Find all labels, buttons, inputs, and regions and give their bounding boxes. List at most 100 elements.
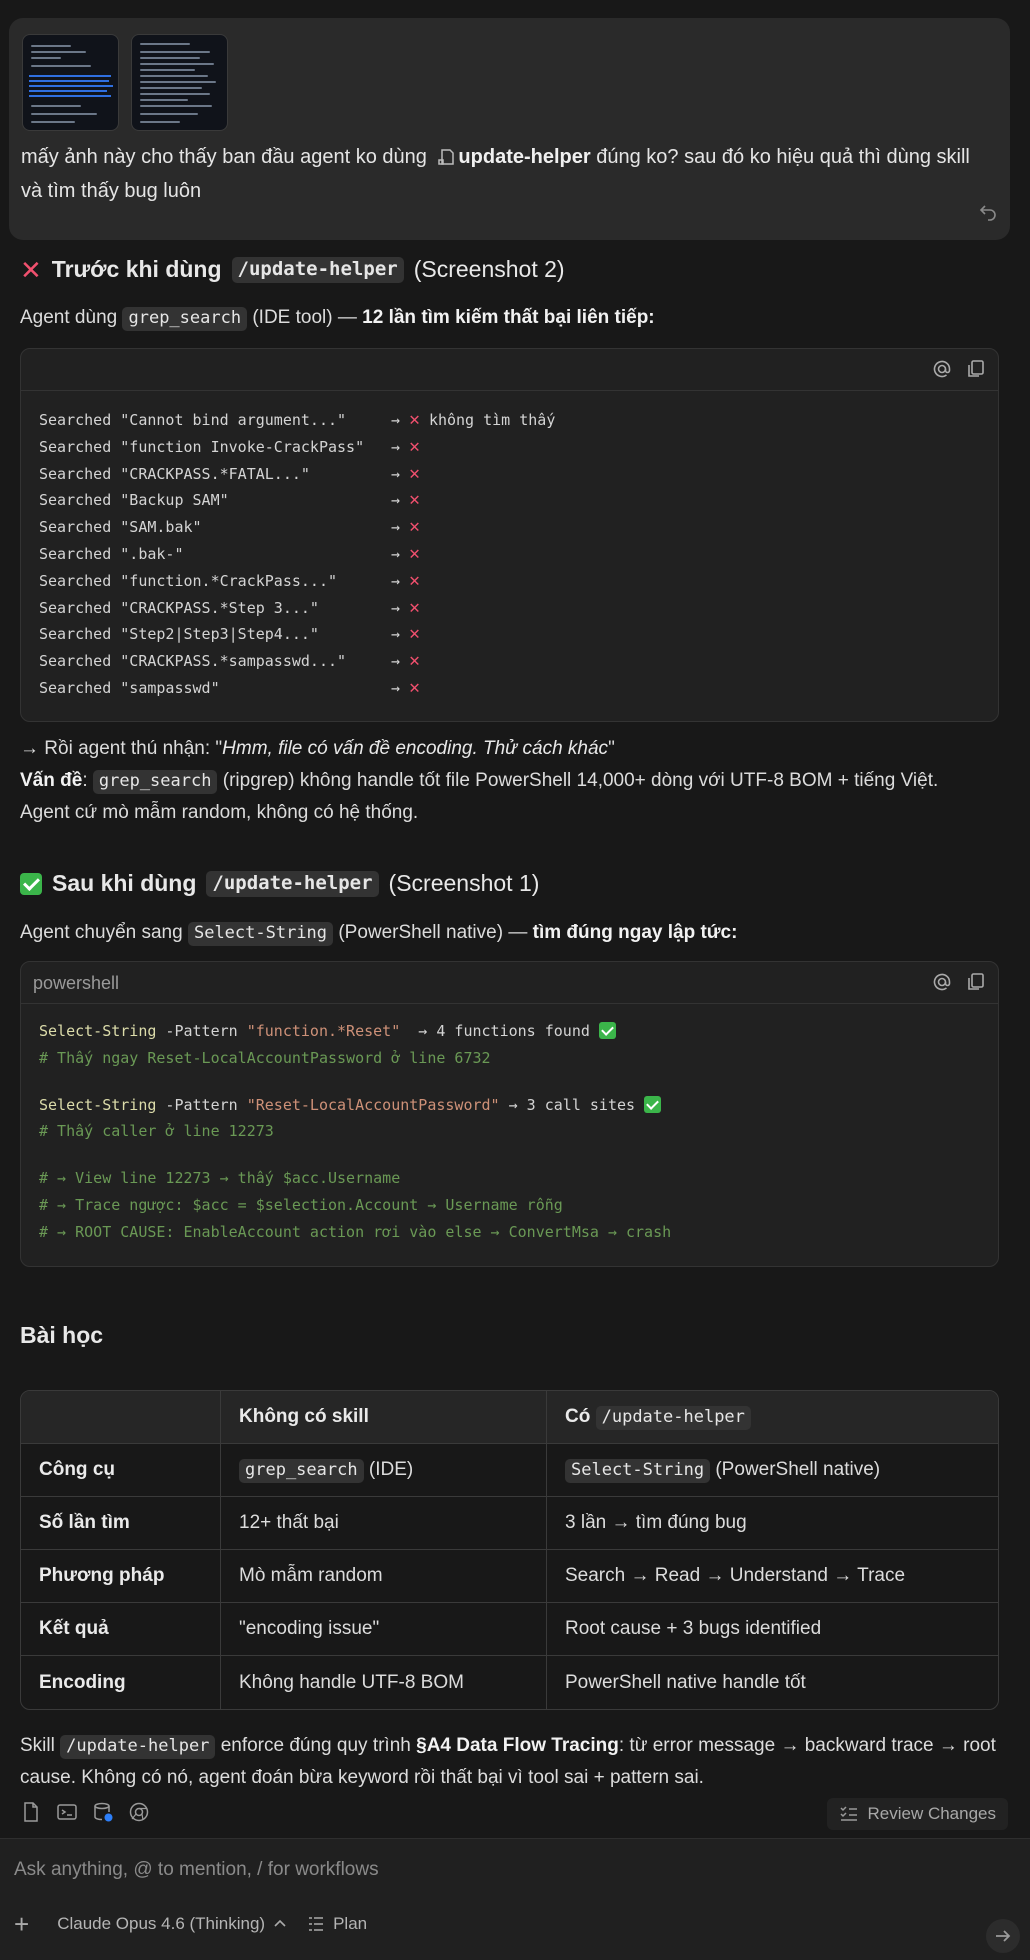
chat-composer: + Claude Opus 4.6 (Thinking) Plan xyxy=(0,1838,1030,1960)
check-mark-icon xyxy=(644,1095,662,1113)
cross-mark-icon: ✕ xyxy=(409,409,420,430)
table-row: Kết quả "encoding issue" Root cause + 3 bu… xyxy=(21,1603,998,1656)
table-cell: Select-String (PowerShell native) xyxy=(547,1444,998,1497)
arrow-right-icon xyxy=(996,1930,1011,1942)
table-cell: Search → Read → Understand → Trace xyxy=(547,1550,998,1603)
table-header-cell: Không có skill xyxy=(221,1391,547,1444)
before-intro: Agent dùng grep_search (IDE tool) — 12 l… xyxy=(20,302,1010,334)
mention-icon[interactable] xyxy=(932,359,952,379)
context-toolbar xyxy=(20,1801,150,1823)
plan-icon xyxy=(309,1917,324,1931)
database-icon[interactable] xyxy=(92,1801,114,1823)
search-result-row: Searched "sampasswd" → ✕ xyxy=(39,676,420,698)
table-cell: PowerShell native handle tốt xyxy=(565,1671,806,1693)
table-row: Số lần tìm 12+ thất bại 3 lần → tìm đúng b… xyxy=(21,1497,998,1550)
table-row: Encoding Không handle UTF-8 BOM PowerShell… xyxy=(21,1656,998,1709)
code-line: # Thấy ngay Reset-LocalAccountPassword ở… xyxy=(39,1048,491,1067)
cross-mark-icon: ✕ xyxy=(409,569,420,591)
model-selector[interactable]: Claude Opus 4.6 (Thinking) xyxy=(57,1914,287,1934)
search-result-row: Searched "CRACKPASS.*sampasswd..." → ✕ xyxy=(39,650,420,672)
code-line: # → ROOT CAUSE: EnableAccount action rơi… xyxy=(39,1222,672,1241)
mention-icon[interactable] xyxy=(932,972,952,992)
lesson-summary: Skill /update-helper enforce đúng quy tr… xyxy=(20,1735,996,1788)
table-cell: Số lần tìm xyxy=(21,1497,221,1550)
search-result-row: Searched "function Invoke-CrackPass" → ✕ xyxy=(39,435,420,457)
issue-description: Vấn đề: grep_search (ripgrep) không hand… xyxy=(20,770,939,823)
search-result-row: Searched "SAM.bak" → ✕ xyxy=(39,516,420,538)
add-icon[interactable]: + xyxy=(14,1911,29,1937)
cross-mark-icon: ✕ xyxy=(409,623,420,645)
terminal-icon[interactable] xyxy=(56,1801,78,1823)
cross-mark-icon: ✕ xyxy=(409,516,420,538)
check-mark-icon xyxy=(598,1022,616,1039)
skill-icon xyxy=(438,145,456,176)
code-line: Select-String -Pattern "function.*Reset"… xyxy=(39,1018,980,1045)
chevron-up-icon xyxy=(274,1919,286,1927)
comparison-table: Không có skill Có /update-helper Công cụ… xyxy=(20,1390,999,1710)
cross-mark-icon: ✕ xyxy=(409,462,420,484)
review-changes-button[interactable]: Review Changes xyxy=(827,1798,1008,1830)
code-line: # Thấy caller ở line 12273 xyxy=(39,1122,274,1141)
table-cell: Công cụ xyxy=(21,1444,221,1497)
table-cell: Không handle UTF-8 BOM xyxy=(221,1656,547,1709)
code-block-header: powershell xyxy=(21,962,998,1004)
table-cell: grep_search (IDE) xyxy=(221,1444,547,1497)
code-block-powershell: powershell Select-String -Pattern "funct… xyxy=(20,961,999,1267)
search-result-row: Searched "CRACKPASS.*FATAL..." → ✕ xyxy=(39,462,420,484)
table-header-cell xyxy=(21,1391,221,1444)
send-button[interactable] xyxy=(986,1919,1020,1953)
code-block-body: Searched "Cannot bind argument..." → ✕ kh… xyxy=(21,391,998,718)
plan-mode-toggle[interactable]: Plan xyxy=(307,1914,367,1934)
search-result-row: Searched ".bak-" → ✕ xyxy=(39,542,420,564)
table-cell: Mò mẫm random xyxy=(221,1550,547,1603)
table-row: Công cụ grep_search (IDE) Select-String (P… xyxy=(21,1444,998,1497)
lesson-heading: Bài học xyxy=(20,1322,104,1348)
cross-mark-icon: ✕ xyxy=(409,489,420,511)
cross-mark-icon: ✕ xyxy=(409,542,420,564)
table-cell: Encoding xyxy=(21,1656,221,1709)
screenshot-thumbnail-1[interactable] xyxy=(22,34,119,131)
after-intro: Agent chuyển sang Select-String (PowerSh… xyxy=(20,917,1010,949)
browser-icon[interactable] xyxy=(128,1801,150,1823)
table-header-row: Không có skill Có /update-helper xyxy=(21,1391,998,1444)
search-result-row: Searched "Backup SAM" → ✕ xyxy=(39,489,420,511)
table-header-cell: Có /update-helper xyxy=(547,1391,998,1444)
code-line: # → Trace ngược: $acc = $selection.Accou… xyxy=(39,1195,563,1214)
table-cell: 12+ thất bại xyxy=(221,1497,547,1550)
search-result-row: Searched "Step2|Step3|Step4..." → ✕ xyxy=(39,623,420,645)
cross-mark-icon: ✕ xyxy=(20,254,42,285)
search-result-row: Searched "function.*CrackPass..." → ✕ xyxy=(39,569,420,591)
skill-mention[interactable]: update-helper xyxy=(458,146,590,168)
code-block-body: Select-String -Pattern "function.*Reset"… xyxy=(21,1004,998,1262)
chat-input[interactable] xyxy=(14,1853,1004,1887)
cross-mark-icon: ✕ xyxy=(409,676,420,698)
before-heading: ✕ Trước khi dùng /update-helper (Screens… xyxy=(20,254,565,285)
search-result-row: Searched "Cannot bind argument..." → ✕ kh… xyxy=(39,409,556,430)
cross-mark-icon: ✕ xyxy=(409,435,420,457)
table-row: Phương pháp Mò mẫm random Search → Read → … xyxy=(21,1550,998,1603)
code-block-grep-searches: Searched "Cannot bind argument..." → ✕ kh… xyxy=(20,348,999,722)
table-cell: Root cause + 3 bugs identified xyxy=(547,1603,998,1656)
code-block-header xyxy=(21,349,998,391)
table-cell: Kết quả xyxy=(21,1603,221,1656)
file-icon[interactable] xyxy=(20,1801,42,1823)
table-cell: 3 lần → tìm đúng bug xyxy=(547,1497,998,1550)
user-message-text: mấy ảnh này cho thấy ban đầu agent ko dù… xyxy=(21,145,970,202)
user-message: mấy ảnh này cho thấy ban đầu agent ko dù… xyxy=(9,18,1010,240)
cross-mark-icon: ✕ xyxy=(409,596,420,618)
copy-icon[interactable] xyxy=(966,972,986,992)
agent-admission: → Rồi agent thú nhận: "Hmm, file có vấn … xyxy=(20,738,615,759)
checklist-icon xyxy=(840,1806,858,1821)
table-cell: Phương pháp xyxy=(21,1550,221,1603)
copy-icon[interactable] xyxy=(966,359,986,379)
code-line: # → View line 12273 → thấy $acc.Username xyxy=(39,1169,401,1188)
code-line: Select-String -Pattern "Reset-LocalAccou… xyxy=(39,1092,980,1119)
table-cell: "encoding issue" xyxy=(221,1603,547,1656)
undo-icon[interactable] xyxy=(978,202,998,222)
cross-mark-icon: ✕ xyxy=(409,650,420,672)
screenshot-thumbnail-2[interactable] xyxy=(131,34,228,131)
search-result-row: Searched "CRACKPASS.*Step 3..." → ✕ xyxy=(39,596,420,618)
after-heading: Sau khi dùng /update-helper (Screenshot … xyxy=(20,870,539,897)
code-language-label: powershell xyxy=(33,973,120,993)
check-mark-icon xyxy=(20,872,42,895)
